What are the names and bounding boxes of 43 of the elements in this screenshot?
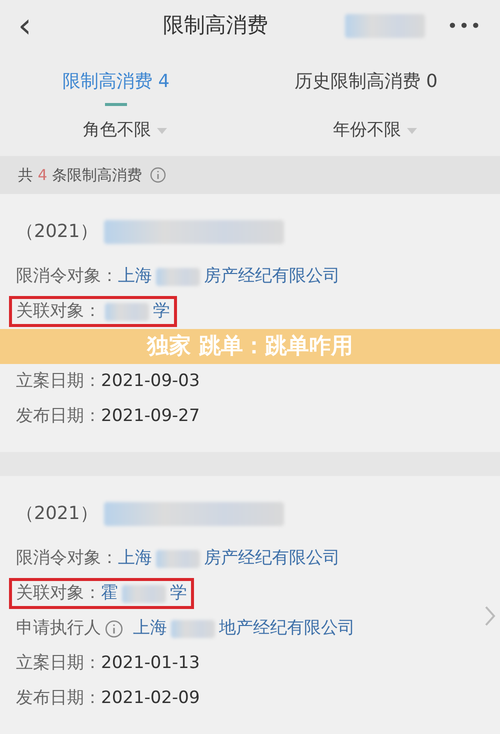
filter-dropdown[interactable]: 角色不限	[83, 106, 167, 156]
tab[interactable]: 历史限制高消费 0	[294, 52, 438, 106]
caret-icon	[157, 128, 167, 134]
field-link[interactable]: 学	[170, 580, 187, 606]
field-link[interactable]: 上海	[118, 264, 152, 290]
caret-icon	[407, 128, 417, 134]
chevron-right-icon[interactable]	[484, 605, 496, 627]
redacted-block	[122, 584, 166, 602]
field-label: 限消令对象：	[16, 264, 118, 288]
field-link[interactable]: 房产经纪有限公司	[204, 546, 340, 572]
field-label: 发布日期：	[16, 686, 101, 710]
redacted-block	[171, 620, 215, 638]
back-button[interactable]: ‹	[12, 9, 38, 43]
field-value: 2021-01-13	[101, 652, 200, 675]
field-label: 关联对象：	[16, 300, 101, 323]
case-number: （2021）	[16, 502, 98, 526]
summary-text: 共 4 条限制高消费	[18, 164, 142, 186]
overlay-banner: 独家 跳单：跳单咋用	[0, 329, 500, 364]
field-link[interactable]: 房产经纪有限公司	[204, 264, 340, 290]
field-label: 立案日期：	[16, 652, 101, 675]
page-title: 限制高消费	[162, 12, 268, 40]
field-label: 立案日期：	[16, 370, 101, 393]
field-value: 2021-09-03	[101, 370, 200, 393]
field-link[interactable]: 上海	[133, 616, 167, 642]
redacted-block	[156, 550, 200, 568]
info-icon[interactable]	[105, 620, 123, 638]
filter-dropdown[interactable]: 年份不限	[333, 106, 417, 156]
field-link[interactable]: 学	[153, 298, 170, 324]
tab[interactable]: 限制高消费 4	[62, 52, 170, 106]
field-value: 2021-02-09	[101, 686, 200, 710]
info-icon[interactable]	[150, 166, 166, 183]
case-number: （2021）	[16, 220, 98, 244]
field-label: 发布日期：	[16, 404, 101, 428]
field-label: 关联对象：	[16, 582, 101, 605]
field-link[interactable]: 霍	[101, 580, 118, 606]
field-label: 申请执行人	[16, 616, 101, 640]
field-link[interactable]: 上海	[118, 546, 152, 572]
redacted-block	[156, 268, 200, 286]
field-value: 2021-09-27	[101, 404, 200, 428]
field-label: 限消令对象：	[16, 546, 118, 570]
field-link[interactable]: 地产经纪有限公司	[219, 616, 355, 642]
more-button[interactable]: •••	[441, 12, 488, 40]
redacted-block	[105, 302, 149, 320]
